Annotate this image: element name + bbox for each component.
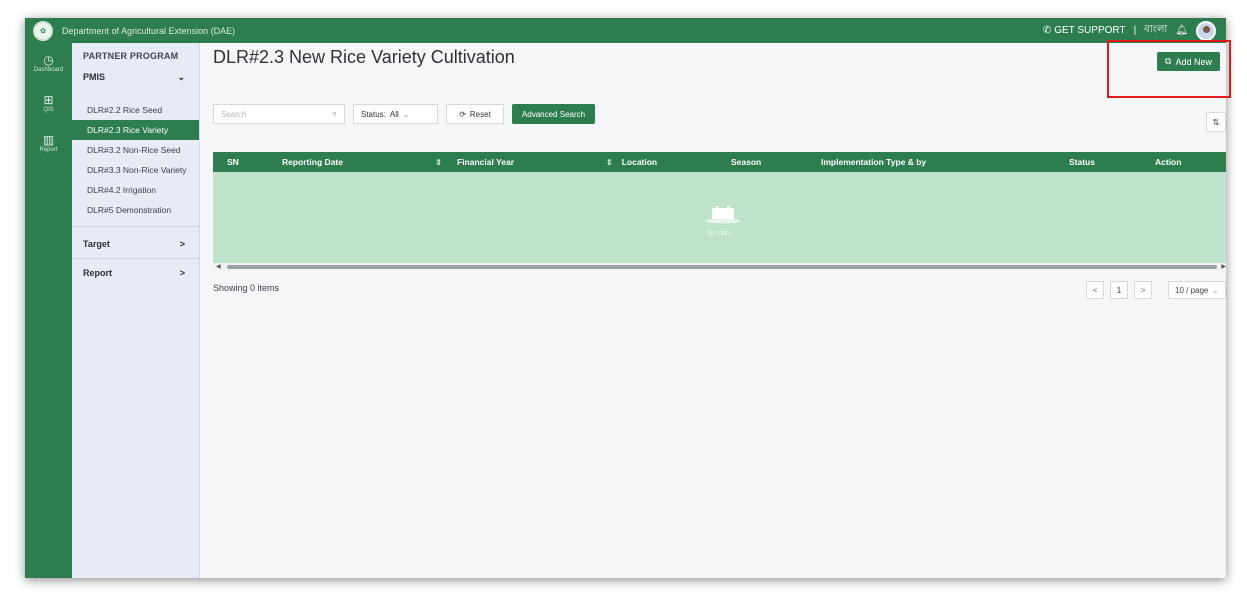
- user-avatar[interactable]: [1196, 20, 1216, 41]
- column-label: Financial Year: [457, 157, 515, 167]
- column-settings-icon[interactable]: ⇅: [1206, 112, 1226, 132]
- column-header-financial-year[interactable]: Financial Year: [457, 152, 514, 172]
- column-header-action: Action: [1155, 152, 1181, 172]
- chevron-right-icon: >: [179, 268, 185, 278]
- language-toggle[interactable]: বাংলা: [1144, 22, 1167, 39]
- column-header-status: Status: [1069, 152, 1095, 172]
- empty-text: No data: [707, 230, 732, 237]
- column-label: Status: [1069, 157, 1095, 167]
- dae-logo: ✿: [33, 20, 53, 41]
- sidebar-item-dlr-2-3[interactable]: DLR#2.3 Rice Variety: [72, 120, 199, 140]
- rail-label-dashboard: Dashboard: [33, 66, 64, 73]
- sidebar-item-dlr-4-2[interactable]: DLR#4.2 Irrigation: [72, 180, 199, 200]
- column-label: Season: [731, 157, 762, 167]
- search-input[interactable]: Search ⌕: [213, 104, 345, 124]
- sidebar-item-dlr-3-2[interactable]: DLR#3.2 Non-Rice Seed: [72, 140, 199, 160]
- column-header-season: Season: [731, 152, 761, 172]
- page-size-select[interactable]: 10 / page ⌄: [1168, 281, 1226, 299]
- sidebar-item-dlr-3-3[interactable]: DLR#3.3 Non-Rice Variety: [72, 160, 199, 180]
- sidebar-divider: [72, 226, 199, 227]
- scroll-right-icon[interactable]: ▶: [1221, 263, 1226, 271]
- column-label: Action: [1155, 157, 1182, 167]
- scroll-left-icon[interactable]: ◀: [216, 263, 221, 271]
- empty-box-icon: [706, 206, 740, 224]
- rail-label-report: Report: [39, 146, 58, 153]
- filter-toolbar: Search ⌕ Status: All ⌄ ⟳ Reset Advanced …: [213, 104, 595, 124]
- chevron-down-icon: ⌄: [177, 71, 185, 82]
- scrollbar-thumb[interactable]: [227, 265, 1217, 269]
- sidebar-item-dlr-5[interactable]: DLR#5 Demonstration: [72, 200, 199, 220]
- column-header-location: ⇕ Location: [606, 152, 657, 172]
- sidebar: PARTNER PROGRAM PMIS ⌄ DLR#2.2 Rice Seed…: [72, 43, 200, 578]
- org-name: Department of Agricultural Extension (DA…: [62, 25, 236, 36]
- column-label: Reporting Date: [282, 157, 343, 167]
- chevron-down-icon: ⌄: [402, 109, 410, 119]
- column-header-sn: SN: [227, 152, 239, 172]
- sidebar-group-pmis[interactable]: PMIS ⌄: [72, 66, 199, 88]
- chevron-right-icon: >: [179, 239, 185, 249]
- grid-icon: ⊞: [43, 92, 54, 107]
- pagination: < 1 > 10 / page ⌄: [1086, 281, 1226, 299]
- search-icon: ⌕: [332, 109, 337, 118]
- sidebar-group-label: Report: [83, 268, 112, 278]
- main-content: DLR#2.3 New Rice Variety Cultivation ⧉ A…: [201, 43, 1226, 578]
- get-support-label: GET SUPPORT: [1054, 25, 1126, 36]
- sidebar-group-report[interactable]: Report >: [72, 262, 199, 284]
- sort-icon[interactable]: ⇕: [435, 158, 442, 167]
- column-label: Location: [621, 157, 658, 167]
- rail-item-qis[interactable]: ⊞ QIS: [25, 83, 72, 123]
- table-header: SN Reporting Date ⇕ Financial Year ⇕ Loc…: [213, 152, 1226, 172]
- sort-icon[interactable]: ⇕: [606, 158, 613, 167]
- sidebar-group-label: Target: [83, 239, 110, 249]
- status-label: Status:: [361, 109, 386, 119]
- rail-item-dashboard[interactable]: ◷ Dashboard: [25, 43, 72, 83]
- page-1-button[interactable]: 1: [1110, 281, 1128, 299]
- rail-label-qis: QIS: [43, 106, 54, 113]
- app-window: ✿ Department of Agricultural Extension (…: [25, 18, 1226, 578]
- sidebar-group-target[interactable]: Target >: [72, 233, 199, 255]
- sidebar-item-dlr-2-2[interactable]: DLR#2.2 Rice Seed: [72, 100, 199, 120]
- report-icon: ▥: [42, 132, 55, 147]
- get-support-button[interactable]: ✆ GET SUPPORT: [1043, 25, 1126, 36]
- refresh-icon: ⟳: [459, 109, 466, 119]
- page-size-value: 10 / page: [1175, 285, 1209, 295]
- column-label: Implementation Type & by: [821, 157, 927, 167]
- dashboard-icon: ◷: [43, 52, 54, 67]
- advanced-search-button[interactable]: Advanced Search: [512, 104, 595, 124]
- bell-icon[interactable]: 🔔︎: [1175, 25, 1188, 36]
- column-label: SN: [227, 157, 239, 167]
- status-select[interactable]: Status: All ⌄: [353, 104, 438, 124]
- search-placeholder: Search: [221, 109, 247, 119]
- sidebar-section-title: PARTNER PROGRAM: [83, 51, 179, 61]
- sidebar-group-label: PMIS: [83, 72, 106, 82]
- next-page-button[interactable]: >: [1134, 281, 1152, 299]
- showing-count: Showing 0 items: [213, 283, 280, 293]
- reset-label: Reset: [469, 109, 491, 119]
- table-empty-state: No data: [213, 172, 1226, 263]
- column-header-reporting-date[interactable]: Reporting Date ⇕: [282, 152, 442, 172]
- header-divider: |: [1133, 25, 1137, 36]
- annotation-highlight-box: [1107, 40, 1231, 98]
- chevron-down-icon: ⌄: [1212, 285, 1219, 295]
- icon-rail: ◷ Dashboard ⊞ QIS ▥ Report: [25, 43, 72, 578]
- top-bar: ✿ Department of Agricultural Extension (…: [25, 18, 1226, 43]
- prev-page-button[interactable]: <: [1086, 281, 1104, 299]
- reset-button[interactable]: ⟳ Reset: [446, 104, 504, 124]
- horizontal-scrollbar[interactable]: ◀ ▶: [213, 263, 1226, 271]
- phone-icon: ✆: [1042, 25, 1052, 36]
- rail-item-report[interactable]: ▥ Report: [25, 123, 72, 163]
- status-value: All: [389, 109, 399, 119]
- column-header-implementation: Implementation Type & by: [821, 152, 926, 172]
- page-title: DLR#2.3 New Rice Variety Cultivation: [213, 47, 515, 67]
- sidebar-divider: [72, 258, 199, 259]
